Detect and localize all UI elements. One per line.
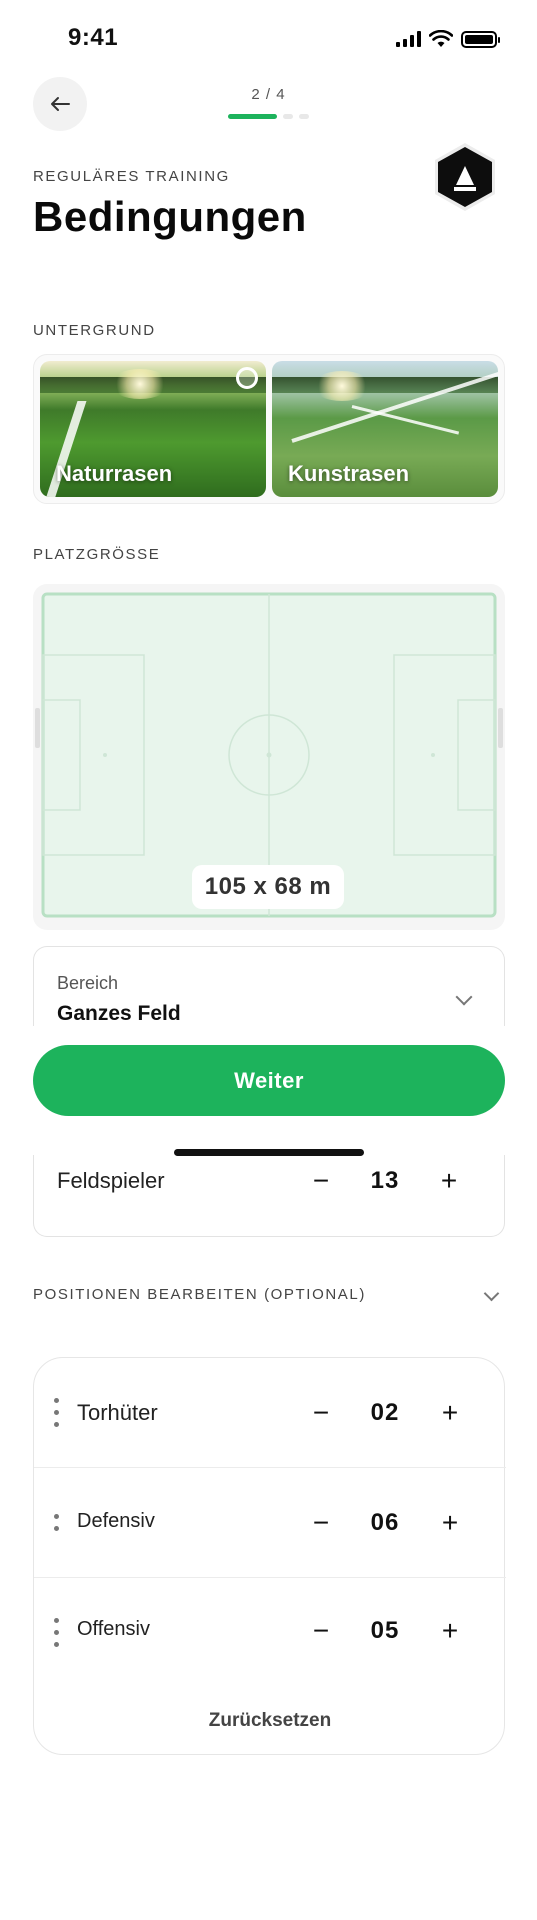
step-progress-segment xyxy=(299,114,309,119)
drag-handle-icon[interactable] xyxy=(54,1508,60,1538)
positions-card: Torhüter − 02 + Defensiv − 06 + Offensiv… xyxy=(33,1357,506,1755)
pitch-size-readout: 105 x 68 m xyxy=(192,865,344,909)
chevron-down-icon xyxy=(483,1285,500,1302)
area-dropdown[interactable]: Bereich Ganzes Feld xyxy=(33,946,505,1026)
position-row-offense: Offensiv − 05 + xyxy=(34,1578,506,1688)
status-time: 9:41 xyxy=(68,24,119,51)
step-counter: 2 / 4 xyxy=(251,86,286,103)
decrement-button[interactable]: − xyxy=(306,1398,336,1428)
continue-button[interactable]: Weiter xyxy=(33,1045,505,1116)
home-indicator xyxy=(174,1149,364,1156)
resize-handle-left[interactable] xyxy=(35,708,40,748)
position-value: 06 xyxy=(370,1509,400,1536)
positions-toggle[interactable]: POSITIONEN BEARBEITEN (OPTIONAL) xyxy=(33,1284,505,1308)
drag-handle-icon[interactable] xyxy=(54,1398,60,1428)
decrement-button[interactable]: − xyxy=(306,1508,336,1538)
chevron-down-icon xyxy=(455,988,473,1006)
surface-options: Naturrasen Kunstrasen xyxy=(33,354,505,504)
surface-option-artificial[interactable]: Kunstrasen xyxy=(272,361,498,497)
brand-logo-icon xyxy=(435,143,495,211)
position-label: Torhüter xyxy=(77,1400,158,1425)
increment-button[interactable]: + xyxy=(435,1398,465,1428)
decrement-button[interactable]: − xyxy=(306,1616,336,1646)
field-players-value: 13 xyxy=(370,1167,400,1194)
wifi-icon xyxy=(429,30,453,47)
surface-option-label: Kunstrasen xyxy=(288,461,410,486)
increment-button[interactable]: + xyxy=(435,1616,465,1646)
position-row-defense: Defensiv − 06 + xyxy=(34,1468,506,1578)
step-progress xyxy=(228,114,309,119)
surface-section-label: UNTERGRUND xyxy=(33,322,156,339)
surface-option-label: Naturrasen xyxy=(56,461,173,486)
status-bar: 9:41 xyxy=(0,0,537,80)
position-label: Offensiv xyxy=(77,1618,150,1640)
resize-handle-right[interactable] xyxy=(498,708,503,748)
field-players-stepper: Feldspieler − 13 + xyxy=(33,1155,505,1237)
field-players-label: Feldspieler xyxy=(57,1168,165,1193)
battery-icon xyxy=(461,30,500,48)
reset-button[interactable]: Zurücksetzen xyxy=(34,1710,506,1732)
surface-option-natural[interactable]: Naturrasen xyxy=(40,361,266,497)
positions-section-label: POSITIONEN BEARBEITEN (OPTIONAL) xyxy=(33,1286,366,1303)
signal-icon xyxy=(396,31,421,47)
page-kicker: REGULÄRES TRAINING xyxy=(33,168,230,185)
drag-handle-icon[interactable] xyxy=(54,1618,60,1648)
page-title: Bedingungen xyxy=(33,193,307,240)
step-progress-segment xyxy=(283,114,293,119)
increment-button[interactable]: + xyxy=(434,1166,464,1196)
area-dropdown-caption: Bereich xyxy=(57,973,119,993)
position-row-goalkeeper: Torhüter − 02 + xyxy=(34,1358,506,1468)
position-value: 05 xyxy=(370,1617,400,1644)
increment-button[interactable]: + xyxy=(435,1508,465,1538)
pitch-section-label: PLATZGRÖSSE xyxy=(33,546,161,563)
step-progress-segment-active xyxy=(228,114,277,119)
radio-selected-icon xyxy=(236,367,258,389)
position-label: Defensiv xyxy=(77,1510,155,1532)
decrement-button[interactable]: − xyxy=(306,1166,336,1196)
area-dropdown-value: Ganzes Feld xyxy=(57,1002,181,1025)
position-value: 02 xyxy=(370,1399,400,1426)
status-icons xyxy=(396,30,500,48)
